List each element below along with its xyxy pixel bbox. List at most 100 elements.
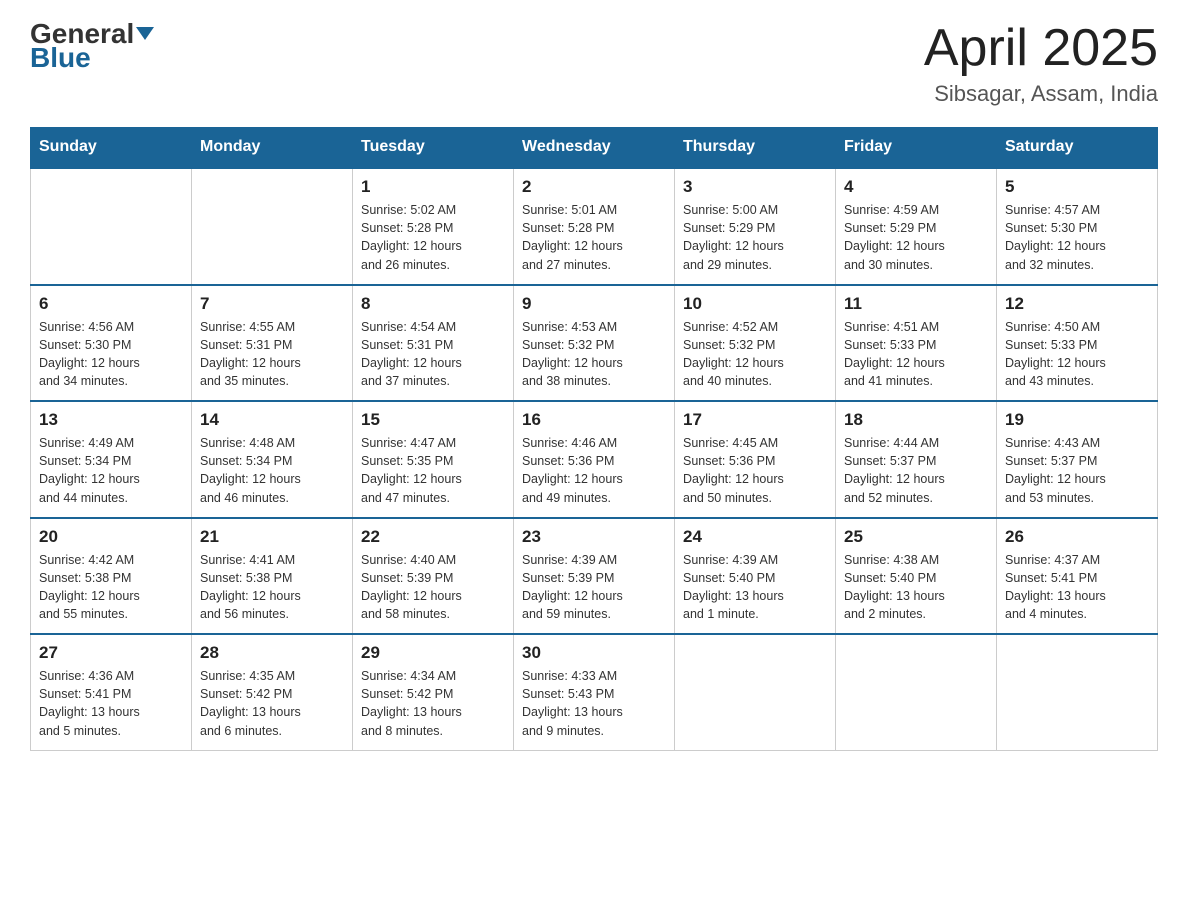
day-info: Sunrise: 4:57 AM Sunset: 5:30 PM Dayligh… [1005, 201, 1149, 274]
table-row: 26 Sunrise: 4:37 AM Sunset: 5:41 PM Dayli… [997, 518, 1158, 635]
col-thursday: Thursday [675, 128, 836, 168]
day-number: 5 [1005, 177, 1149, 197]
table-row: 19 Sunrise: 4:43 AM Sunset: 5:37 PM Dayli… [997, 401, 1158, 518]
day-number: 19 [1005, 410, 1149, 430]
day-number: 30 [522, 643, 666, 663]
logo-blue: Blue [30, 44, 91, 72]
title-block: April 2025 Sibsagar, Assam, India [924, 20, 1158, 107]
table-row: 21Sunrise: 4:41 AM Sunset: 5:38 PM Dayli… [192, 518, 353, 635]
day-info: Sunrise: 5:01 AM Sunset: 5:28 PM Dayligh… [522, 201, 666, 274]
day-number: 9 [522, 294, 666, 314]
table-row: 13 Sunrise: 4:49 AM Sunset: 5:34 PM Dayli… [31, 401, 192, 518]
day-number: 21 [200, 527, 344, 547]
calendar-header-row: Sunday Monday Tuesday Wednesday Thursday… [31, 128, 1158, 168]
table-row: 10 Sunrise: 4:52 AM Sunset: 5:32 PM Dayli… [675, 285, 836, 402]
day-number: 11 [844, 294, 988, 314]
day-info: Sunrise: 4:54 AM Sunset: 5:31 PM Dayligh… [361, 318, 505, 391]
col-wednesday: Wednesday [514, 128, 675, 168]
day-info: Sunrise: 5:02 AM Sunset: 5:28 PM Dayligh… [361, 201, 505, 274]
table-row: 14 Sunrise: 4:48 AM Sunset: 5:34 PM Dayli… [192, 401, 353, 518]
table-row: 2Sunrise: 5:01 AM Sunset: 5:28 PM Daylig… [514, 168, 675, 285]
day-info: Sunrise: 4:48 AM Sunset: 5:34 PM Dayligh… [200, 434, 344, 507]
table-row: 23Sunrise: 4:39 AM Sunset: 5:39 PM Dayli… [514, 518, 675, 635]
day-number: 12 [1005, 294, 1149, 314]
calendar-week-row: 6 Sunrise: 4:56 AM Sunset: 5:30 PM Daylig… [31, 285, 1158, 402]
day-number: 3 [683, 177, 827, 197]
table-row: 11 Sunrise: 4:51 AM Sunset: 5:33 PM Dayli… [836, 285, 997, 402]
table-row: 15Sunrise: 4:47 AM Sunset: 5:35 PM Dayli… [353, 401, 514, 518]
table-row: 12 Sunrise: 4:50 AM Sunset: 5:33 PM Dayli… [997, 285, 1158, 402]
day-info: Sunrise: 4:38 AM Sunset: 5:40 PM Dayligh… [844, 551, 988, 624]
day-number: 1 [361, 177, 505, 197]
day-info: Sunrise: 4:33 AM Sunset: 5:43 PM Dayligh… [522, 667, 666, 740]
day-number: 14 [200, 410, 344, 430]
table-row: 1 Sunrise: 5:02 AM Sunset: 5:28 PM Daylig… [353, 168, 514, 285]
col-tuesday: Tuesday [353, 128, 514, 168]
table-row: 20 Sunrise: 4:42 AM Sunset: 5:38 PM Dayli… [31, 518, 192, 635]
table-row: 30 Sunrise: 4:33 AM Sunset: 5:43 PM Dayli… [514, 634, 675, 750]
table-row: 22Sunrise: 4:40 AM Sunset: 5:39 PM Dayli… [353, 518, 514, 635]
table-row: 7Sunrise: 4:55 AM Sunset: 5:31 PM Daylig… [192, 285, 353, 402]
col-saturday: Saturday [997, 128, 1158, 168]
day-number: 18 [844, 410, 988, 430]
day-number: 6 [39, 294, 183, 314]
day-info: Sunrise: 4:52 AM Sunset: 5:32 PM Dayligh… [683, 318, 827, 391]
day-info: Sunrise: 4:36 AM Sunset: 5:41 PM Dayligh… [39, 667, 183, 740]
day-number: 7 [200, 294, 344, 314]
table-row: 3 Sunrise: 5:00 AM Sunset: 5:29 PM Daylig… [675, 168, 836, 285]
month-year-title: April 2025 [924, 20, 1158, 77]
day-info: Sunrise: 4:53 AM Sunset: 5:32 PM Dayligh… [522, 318, 666, 391]
table-row: 29 Sunrise: 4:34 AM Sunset: 5:42 PM Dayli… [353, 634, 514, 750]
day-info: Sunrise: 4:50 AM Sunset: 5:33 PM Dayligh… [1005, 318, 1149, 391]
day-info: Sunrise: 4:45 AM Sunset: 5:36 PM Dayligh… [683, 434, 827, 507]
day-info: Sunrise: 4:44 AM Sunset: 5:37 PM Dayligh… [844, 434, 988, 507]
day-number: 20 [39, 527, 183, 547]
day-number: 28 [200, 643, 344, 663]
table-row: 8Sunrise: 4:54 AM Sunset: 5:31 PM Daylig… [353, 285, 514, 402]
day-number: 10 [683, 294, 827, 314]
calendar-week-row: 27 Sunrise: 4:36 AM Sunset: 5:41 PM Dayli… [31, 634, 1158, 750]
day-info: Sunrise: 4:43 AM Sunset: 5:37 PM Dayligh… [1005, 434, 1149, 507]
calendar-table: Sunday Monday Tuesday Wednesday Thursday… [30, 127, 1158, 751]
day-number: 22 [361, 527, 505, 547]
col-sunday: Sunday [31, 128, 192, 168]
day-info: Sunrise: 4:34 AM Sunset: 5:42 PM Dayligh… [361, 667, 505, 740]
day-number: 13 [39, 410, 183, 430]
day-number: 26 [1005, 527, 1149, 547]
day-number: 27 [39, 643, 183, 663]
calendar-week-row: 1 Sunrise: 5:02 AM Sunset: 5:28 PM Daylig… [31, 168, 1158, 285]
day-info: Sunrise: 4:56 AM Sunset: 5:30 PM Dayligh… [39, 318, 183, 391]
calendar-week-row: 20 Sunrise: 4:42 AM Sunset: 5:38 PM Dayli… [31, 518, 1158, 635]
day-number: 4 [844, 177, 988, 197]
day-info: Sunrise: 4:49 AM Sunset: 5:34 PM Dayligh… [39, 434, 183, 507]
col-friday: Friday [836, 128, 997, 168]
day-info: Sunrise: 4:47 AM Sunset: 5:35 PM Dayligh… [361, 434, 505, 507]
day-info: Sunrise: 4:46 AM Sunset: 5:36 PM Dayligh… [522, 434, 666, 507]
day-number: 16 [522, 410, 666, 430]
table-row: 17 Sunrise: 4:45 AM Sunset: 5:36 PM Dayli… [675, 401, 836, 518]
day-info: Sunrise: 4:39 AM Sunset: 5:40 PM Dayligh… [683, 551, 827, 624]
day-info: Sunrise: 4:39 AM Sunset: 5:39 PM Dayligh… [522, 551, 666, 624]
table-row: 24 Sunrise: 4:39 AM Sunset: 5:40 PM Dayli… [675, 518, 836, 635]
day-info: Sunrise: 4:42 AM Sunset: 5:38 PM Dayligh… [39, 551, 183, 624]
logo-arrow-icon [136, 27, 154, 40]
table-row [675, 634, 836, 750]
day-info: Sunrise: 4:59 AM Sunset: 5:29 PM Dayligh… [844, 201, 988, 274]
col-monday: Monday [192, 128, 353, 168]
table-row: 5 Sunrise: 4:57 AM Sunset: 5:30 PM Daylig… [997, 168, 1158, 285]
page-header: General Blue April 2025 Sibsagar, Assam,… [30, 20, 1158, 107]
table-row [192, 168, 353, 285]
logo: General Blue [30, 20, 154, 72]
day-info: Sunrise: 5:00 AM Sunset: 5:29 PM Dayligh… [683, 201, 827, 274]
day-info: Sunrise: 4:51 AM Sunset: 5:33 PM Dayligh… [844, 318, 988, 391]
table-row: 4 Sunrise: 4:59 AM Sunset: 5:29 PM Daylig… [836, 168, 997, 285]
day-number: 29 [361, 643, 505, 663]
day-info: Sunrise: 4:37 AM Sunset: 5:41 PM Dayligh… [1005, 551, 1149, 624]
table-row: 28 Sunrise: 4:35 AM Sunset: 5:42 PM Dayli… [192, 634, 353, 750]
day-number: 24 [683, 527, 827, 547]
calendar-week-row: 13 Sunrise: 4:49 AM Sunset: 5:34 PM Dayli… [31, 401, 1158, 518]
day-info: Sunrise: 4:35 AM Sunset: 5:42 PM Dayligh… [200, 667, 344, 740]
table-row: 25Sunrise: 4:38 AM Sunset: 5:40 PM Dayli… [836, 518, 997, 635]
table-row [31, 168, 192, 285]
day-number: 17 [683, 410, 827, 430]
